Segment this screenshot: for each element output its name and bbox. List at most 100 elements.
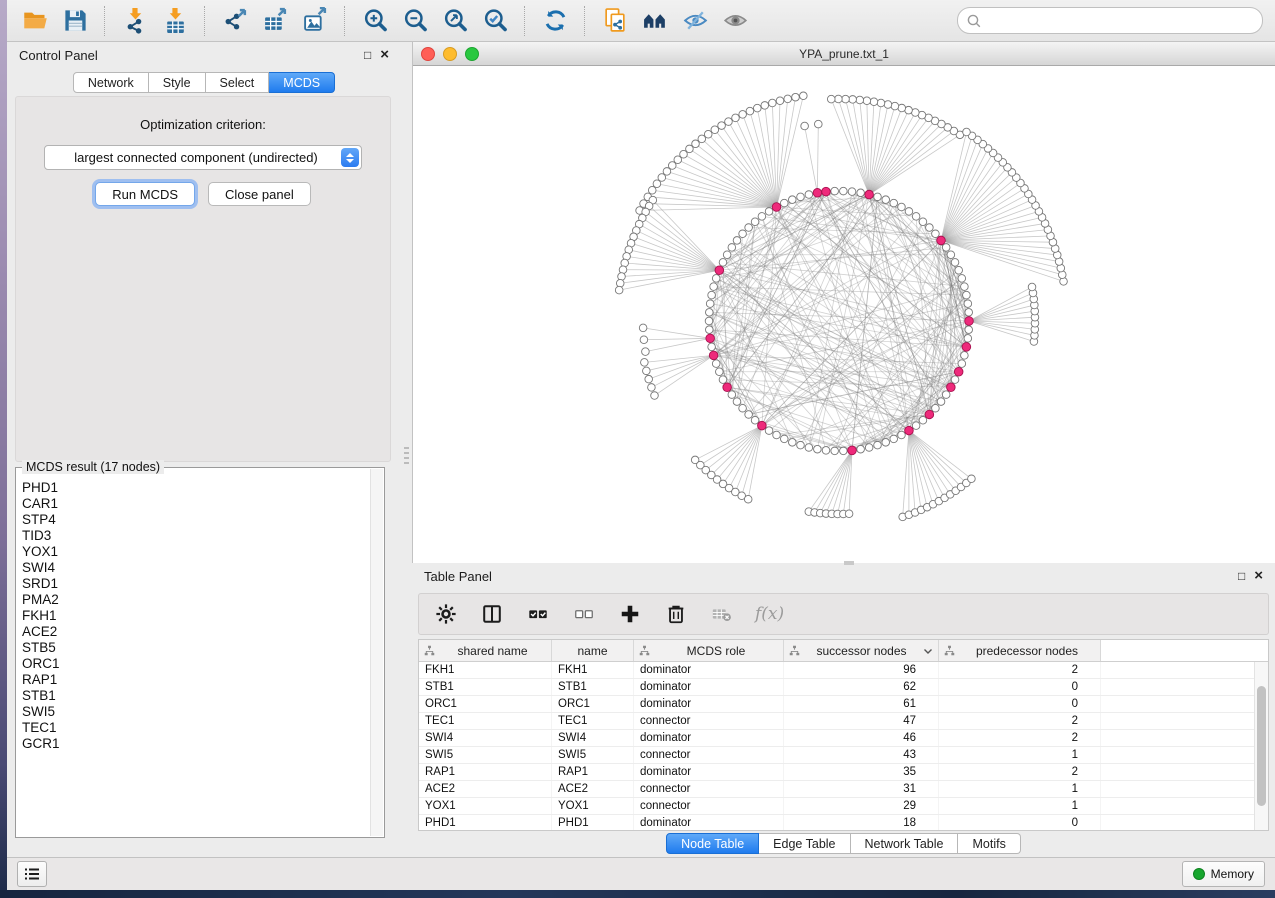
float-table-panel-icon[interactable]: □ xyxy=(1238,570,1245,582)
column-header-successor-nodes[interactable]: successor nodes xyxy=(784,640,939,661)
hide-eye-icon xyxy=(682,7,709,34)
export-table-button[interactable] xyxy=(257,4,293,38)
close-panel-button[interactable]: Close panel xyxy=(208,182,311,206)
zoom-out-button[interactable] xyxy=(397,4,433,38)
run-mcds-button[interactable]: Run MCDS xyxy=(95,182,195,206)
unchecked-boxes-icon xyxy=(573,603,595,625)
task-history-button[interactable] xyxy=(17,861,47,887)
mcds-result-item[interactable]: CAR1 xyxy=(22,496,368,512)
network-graph[interactable] xyxy=(413,66,1275,563)
first-neighbors-icon xyxy=(642,7,669,34)
column-header-shared-name[interactable]: shared name xyxy=(419,640,552,661)
zoom-selected-button[interactable] xyxy=(477,4,513,38)
mcds-result-item[interactable]: TID3 xyxy=(22,528,368,544)
import-table-button[interactable] xyxy=(157,4,193,38)
table-row[interactable]: SWI5SWI5connector431 xyxy=(419,747,1268,764)
table-row[interactable]: SWI4SWI4dominator462 xyxy=(419,730,1268,747)
mcds-result-item[interactable]: TEC1 xyxy=(22,720,368,736)
export-network-button[interactable] xyxy=(217,4,253,38)
new-network-from-selection-button[interactable] xyxy=(597,4,633,38)
table-row[interactable]: PHD1PHD1dominator180 xyxy=(419,815,1268,831)
tab-network-table[interactable]: Network Table xyxy=(851,833,959,854)
table-row[interactable]: ORC1ORC1dominator610 xyxy=(419,696,1268,713)
zoom-selected-icon xyxy=(482,7,509,34)
panel-splitter[interactable] xyxy=(401,42,412,858)
trash-icon xyxy=(665,603,687,625)
list-icon xyxy=(24,867,40,881)
search-input[interactable] xyxy=(982,13,1254,29)
mcds-result-item[interactable]: FKH1 xyxy=(22,608,368,624)
save-icon xyxy=(62,7,89,34)
mcds-result-item[interactable]: YOX1 xyxy=(22,544,368,560)
show-all-button[interactable] xyxy=(717,4,753,38)
cytoscape-window: Control Panel □ × Network Style Select M… xyxy=(7,0,1275,890)
delete-column-button[interactable] xyxy=(663,601,689,627)
optimization-criterion-label: Optimization criterion: xyxy=(16,117,390,132)
memory-status-icon xyxy=(1193,868,1205,880)
column-header-MCDS-role[interactable]: MCDS role xyxy=(634,640,784,661)
add-column-button[interactable] xyxy=(617,601,643,627)
tab-motifs[interactable]: Motifs xyxy=(958,833,1020,854)
mcds-result-item[interactable]: RAP1 xyxy=(22,672,368,688)
table-settings-button[interactable] xyxy=(433,601,459,627)
column-header-name[interactable]: name xyxy=(552,640,634,661)
mcds-result-item[interactable]: SWI5 xyxy=(22,704,368,720)
table-row[interactable]: TEC1TEC1connector472 xyxy=(419,713,1268,730)
mcds-result-item[interactable]: PMA2 xyxy=(22,592,368,608)
open-session-button[interactable] xyxy=(17,4,53,38)
mcds-result-item[interactable]: ACE2 xyxy=(22,624,368,640)
table-row[interactable]: FKH1FKH1dominator962 xyxy=(419,662,1268,679)
zoom-in-button[interactable] xyxy=(357,4,393,38)
import-network-button[interactable] xyxy=(117,4,153,38)
hide-selected-button[interactable] xyxy=(677,4,713,38)
table-row[interactable]: YOX1YOX1connector291 xyxy=(419,798,1268,815)
tab-node-table[interactable]: Node Table xyxy=(666,833,759,854)
memory-button[interactable]: Memory xyxy=(1182,861,1265,887)
tab-select[interactable]: Select xyxy=(206,72,270,93)
zoom-fit-button[interactable] xyxy=(437,4,473,38)
save-session-button[interactable] xyxy=(57,4,93,38)
table-scrollbar-thumb[interactable] xyxy=(1257,686,1266,806)
mcds-result-item[interactable]: SWI4 xyxy=(22,560,368,576)
network-title-bar[interactable]: YPA_prune.txt_1 xyxy=(413,42,1275,66)
tab-network[interactable]: Network xyxy=(73,72,149,93)
mcds-result-item[interactable]: STP4 xyxy=(22,512,368,528)
refresh-layout-button[interactable] xyxy=(537,4,573,38)
criterion-value: largest connected component (undirected) xyxy=(45,150,341,165)
select-all-button[interactable] xyxy=(525,601,551,627)
mcds-result-item[interactable]: PHD1 xyxy=(22,480,368,496)
table-row[interactable]: RAP1RAP1dominator352 xyxy=(419,764,1268,781)
mcds-result-item[interactable]: STB5 xyxy=(22,640,368,656)
table-panel: Table Panel □ × f(x) shared namenameMCDS… xyxy=(412,565,1275,858)
float-panel-icon[interactable]: □ xyxy=(364,49,371,61)
function-builder-icon: f(x) xyxy=(755,604,784,624)
table-row[interactable]: ACE2ACE2connector311 xyxy=(419,781,1268,798)
network-canvas[interactable] xyxy=(413,66,1275,563)
tab-mcds[interactable]: MCDS xyxy=(269,72,335,93)
mcds-result-item[interactable]: ORC1 xyxy=(22,656,368,672)
show-column-button[interactable] xyxy=(479,601,505,627)
export-image-button[interactable] xyxy=(297,4,333,38)
mcds-result-item[interactable]: SRD1 xyxy=(22,576,368,592)
mcds-result-box: MCDS result (17 nodes) PHD1CAR1STP4TID3Y… xyxy=(15,467,385,838)
first-neighbors-button[interactable] xyxy=(637,4,673,38)
close-panel-icon[interactable]: × xyxy=(380,49,389,61)
toolbar-separator xyxy=(344,6,346,36)
open-folder-icon xyxy=(22,7,49,34)
optimization-criterion-select[interactable]: largest connected component (undirected) xyxy=(44,145,362,170)
export-image-icon xyxy=(302,7,329,34)
close-table-panel-icon[interactable]: × xyxy=(1254,570,1263,582)
mcds-result-item[interactable]: GCR1 xyxy=(22,736,368,752)
table-scrollbar[interactable] xyxy=(1254,662,1268,830)
delete-table-button-disabled xyxy=(709,601,735,627)
deselect-all-button[interactable] xyxy=(571,601,597,627)
table-row[interactable]: STB1STB1dominator620 xyxy=(419,679,1268,696)
mcds-list-scrollbar[interactable] xyxy=(370,469,383,836)
search-box[interactable] xyxy=(957,7,1263,34)
tab-edge-table[interactable]: Edge Table xyxy=(759,833,850,854)
zoom-in-icon xyxy=(362,7,389,34)
mcds-result-item[interactable]: STB1 xyxy=(22,688,368,704)
tab-style[interactable]: Style xyxy=(149,72,206,93)
export-network-icon xyxy=(222,7,249,34)
column-header-predecessor-nodes[interactable]: predecessor nodes xyxy=(939,640,1101,661)
